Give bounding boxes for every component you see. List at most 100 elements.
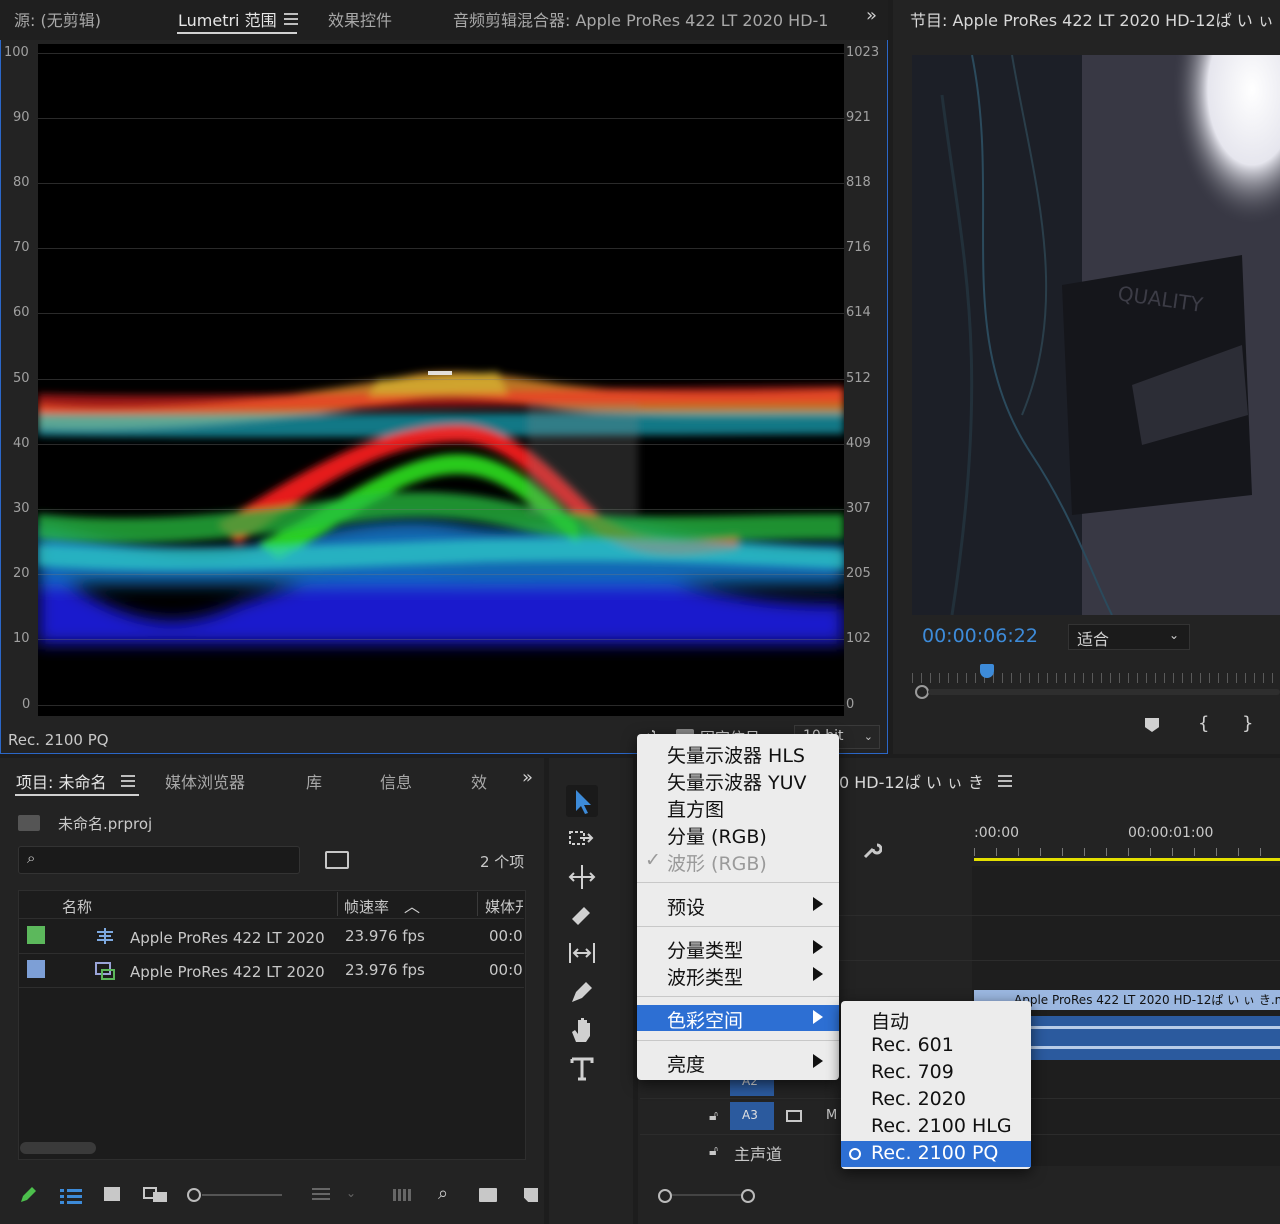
program-ruler[interactable]: [912, 665, 1280, 683]
submenu-item-rec2100-hlg[interactable]: Rec. 2100 HLG: [841, 1114, 1031, 1140]
fit-dropdown[interactable]: 适合 适合 ⌄: [1068, 624, 1190, 650]
timeline-zoom-start[interactable]: [658, 1189, 672, 1203]
grid-line: [38, 183, 844, 184]
ripple-edit-tool[interactable]: [566, 861, 598, 893]
menu-separator: [637, 926, 839, 927]
search-box[interactable]: ⌕: [18, 846, 300, 874]
zoom-scrollbar-handle[interactable]: [915, 685, 929, 699]
horizontal-scrollbar[interactable]: [20, 1142, 96, 1154]
program-timecode[interactable]: 00:00:06:22: [922, 625, 1038, 647]
timeline-zoom-end[interactable]: [741, 1189, 755, 1203]
mark-in-icon[interactable]: {: [1198, 713, 1209, 734]
menu-item-presets[interactable]: 预设: [637, 892, 839, 919]
tab-effects[interactable]: 效: [471, 769, 487, 793]
item-name: Apple ProRes 422 LT 2020 HD-12ぱ い ぃ き: [130, 963, 326, 981]
row-separator: [18, 987, 524, 988]
tab-source[interactable]: 源: (无剪辑): [14, 7, 101, 31]
find-icon[interactable]: [325, 851, 349, 869]
grid-line: [38, 53, 844, 54]
grid-line: [38, 574, 844, 575]
mute-button[interactable]: M: [826, 1108, 837, 1123]
menu-item-waveform-rgb[interactable]: ✓ 波形 (RGB): [637, 848, 839, 875]
search-icon[interactable]: ⌕: [438, 1183, 448, 1204]
zoom-slider-handle[interactable]: [187, 1188, 201, 1202]
tab-audio-mixer[interactable]: 音频剪辑混合器: Apple ProRes 422 LT 2020 HD-12ぱ: [453, 7, 829, 31]
column-frame-rate[interactable]: 帧速率: [344, 896, 389, 917]
wrench-icon[interactable]: [862, 840, 883, 864]
tab-info[interactable]: 信息: [380, 769, 412, 793]
table-row[interactable]: Apple ProRes 422 LT 2020 HD-12ぱ い ぃ き 23…: [19, 920, 523, 952]
more-tabs-icon[interactable]: »: [522, 767, 533, 788]
lock-icon[interactable]: 🔓︎: [709, 1108, 718, 1124]
panel-menu-icon[interactable]: [284, 13, 298, 25]
item-name: Apple ProRes 422 LT 2020 HD-12ぱ い ぃ き: [130, 929, 326, 947]
more-tabs-icon[interactable]: »: [866, 5, 877, 26]
tab-media-browser[interactable]: 媒体浏览器: [165, 769, 245, 793]
label-color-swatch[interactable]: [27, 926, 45, 944]
zoom-slider[interactable]: [202, 1194, 282, 1196]
column-name[interactable]: 名称: [62, 896, 92, 917]
row-separator: [18, 953, 524, 954]
project-folder-icon: [18, 815, 40, 831]
chevron-down-icon[interactable]: ⌄: [346, 1186, 356, 1200]
submenu-item-rec2100-pq[interactable]: Rec. 2100 PQ: [841, 1141, 1031, 1167]
tab-lumetri-scopes[interactable]: Lumetri 范围: [178, 7, 277, 31]
voiceover-icon[interactable]: [786, 1110, 802, 1122]
column-divider[interactable]: [337, 892, 338, 916]
tab-project[interactable]: 项目: 未命名: [16, 769, 106, 793]
grid-line: [38, 705, 844, 706]
type-tool[interactable]: [566, 1053, 598, 1085]
sort-ascending-icon[interactable]: ︿: [404, 893, 420, 917]
y-tick-right: 818: [846, 175, 871, 190]
track-select-tool[interactable]: [566, 824, 598, 856]
sort-icon[interactable]: [312, 1188, 330, 1202]
menu-item-vectorscope-hls[interactable]: 矢量示波器 HLS: [637, 740, 839, 767]
lock-icon[interactable]: 🔓︎: [709, 1143, 718, 1159]
pencil-icon[interactable]: [18, 1185, 38, 1209]
program-title[interactable]: 节目: Apple ProRes 422 LT 2020 HD-12ぱ い ぃ …: [910, 7, 1280, 31]
item-media-start: 00:00:00:00: [489, 927, 523, 945]
icon-view-icon[interactable]: [104, 1187, 120, 1201]
menu-item-vectorscope-yuv[interactable]: 矢量示波器 YUV: [637, 767, 839, 794]
menu-item-color-space[interactable]: 色彩空间: [637, 1005, 839, 1032]
menu-item-waveform-type[interactable]: 波形类型: [637, 962, 839, 989]
menu-item-parade-type[interactable]: 分量类型: [637, 935, 839, 962]
freeform-view-icon[interactable]: [143, 1187, 169, 1207]
table-row[interactable]: Apple ProRes 422 LT 2020 HD-12ぱ い ぃ き 23…: [19, 954, 523, 986]
tab-library[interactable]: 库: [306, 769, 322, 793]
y-tick-left: 10: [13, 631, 30, 646]
slip-tool[interactable]: [566, 937, 598, 969]
column-media-start[interactable]: 媒体开: [485, 896, 523, 917]
pen-tool[interactable]: [566, 976, 598, 1008]
submenu-item-rec2020[interactable]: Rec. 2020: [841, 1087, 1031, 1113]
y-tick-left: 70: [13, 240, 30, 255]
mark-out-icon[interactable]: }: [1242, 713, 1253, 734]
automate-icon[interactable]: [393, 1189, 413, 1201]
search-input[interactable]: [47, 849, 291, 871]
submenu-arrow-icon: [813, 1054, 823, 1068]
submenu-item-auto[interactable]: 自动: [841, 1006, 1031, 1033]
list-view-icon[interactable]: [60, 1188, 82, 1208]
timeline-zoom-bar[interactable]: [672, 1194, 742, 1196]
menu-item-brightness[interactable]: 亮度: [637, 1049, 839, 1076]
hand-tool[interactable]: [566, 1014, 598, 1046]
menu-item-parade-rgb[interactable]: 分量 (RGB): [637, 821, 839, 848]
selection-tool[interactable]: [566, 785, 598, 817]
tab-effect-controls[interactable]: 效果控件: [328, 7, 392, 31]
column-divider[interactable]: [477, 892, 478, 916]
work-area-bar[interactable]: [974, 858, 1280, 861]
playhead-marker[interactable]: [980, 664, 994, 678]
razor-tool[interactable]: [566, 899, 598, 931]
label-color-swatch[interactable]: [27, 960, 45, 978]
grid-line: [38, 639, 844, 640]
y-tick-left: 60: [13, 305, 30, 320]
submenu-item-rec709[interactable]: Rec. 709: [841, 1060, 1031, 1086]
submenu-arrow-icon: [813, 897, 823, 911]
menu-item-histogram[interactable]: 直方图: [637, 794, 839, 821]
submenu-item-rec601[interactable]: Rec. 601: [841, 1033, 1031, 1059]
panel-menu-icon[interactable]: [121, 775, 135, 787]
panel-menu-icon[interactable]: [998, 775, 1012, 787]
new-bin-icon[interactable]: [479, 1188, 497, 1202]
y-tick-right: 512: [846, 371, 871, 386]
zoom-scrollbar[interactable]: [928, 689, 1280, 695]
